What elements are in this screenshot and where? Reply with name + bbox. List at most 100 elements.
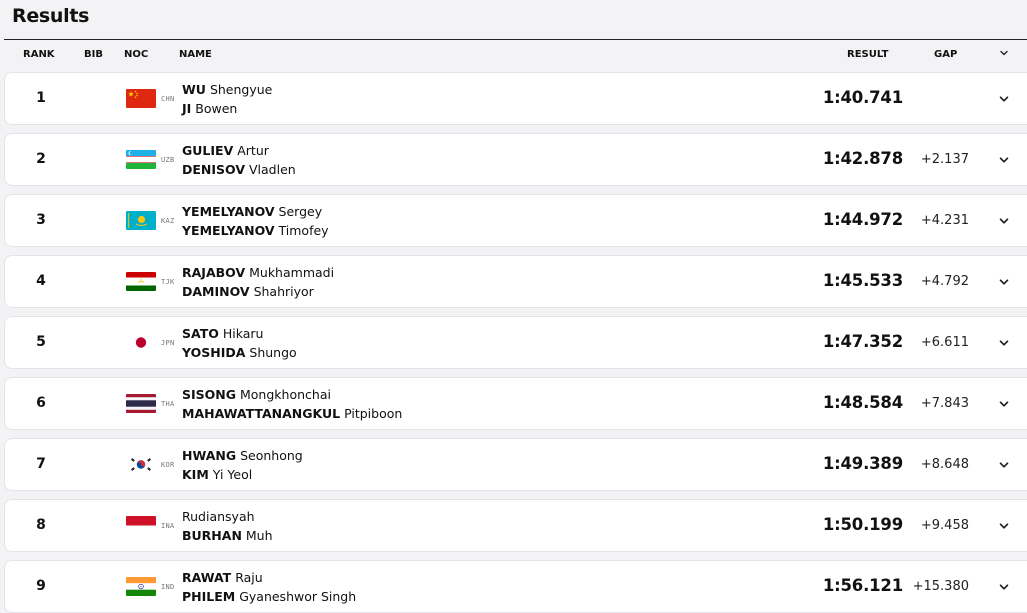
athlete-first-name: Gyaneshwor Singh (239, 589, 357, 604)
athlete-name[interactable]: BURHAN Muh (182, 526, 273, 545)
table-header: RANK BIB NOC NAME RESULT GAP (4, 40, 1027, 71)
rank-value: 5 (36, 334, 46, 350)
chevron-down-icon[interactable] (997, 519, 1011, 533)
column-header-bib[interactable]: BIB (84, 49, 103, 60)
kazakhstan-flag (126, 211, 156, 230)
athlete-name[interactable]: Rudiansyah (182, 507, 273, 526)
athlete-name[interactable]: SISONG Mongkhonchai (182, 385, 402, 404)
athlete-first-name: Artur (237, 143, 269, 158)
noc-code: CHN (161, 95, 175, 103)
result-row[interactable]: 6 THA SISONG Mongkhonchai MAHAWATTANANGKUL … (4, 377, 1027, 430)
result-row[interactable]: 4 TJK RAJABOV Mukhammadi DAMINOV Shahriyor 1… (4, 255, 1027, 308)
athlete-name[interactable]: DENISOV Vladlen (182, 160, 296, 179)
noc-code: JPN (161, 339, 175, 347)
athlete-last-name: YOSHIDA (182, 345, 246, 360)
athlete-first-name: Raju (235, 570, 263, 585)
japan-flag (126, 333, 156, 352)
rank-value: 3 (36, 212, 46, 228)
chevron-down-icon[interactable] (997, 153, 1011, 167)
rank-value: 4 (36, 273, 46, 289)
result-row[interactable]: 7 KOR HWANG Seonhong KIM Yi Yeol 1:49.389 +8.… (4, 438, 1027, 491)
result-time: 1:44.972 (822, 210, 903, 229)
athlete-last-name: JI (182, 101, 192, 116)
athlete-names: YEMELYANOV Sergey YEMELYANOV Timofey (182, 202, 329, 240)
noc-code: THA (161, 400, 175, 408)
result-time: 1:49.389 (822, 454, 903, 473)
chevron-down-icon[interactable] (997, 275, 1011, 289)
rank-value: 6 (36, 395, 46, 411)
chevron-down-icon[interactable] (997, 336, 1011, 350)
athlete-first-name: Mukhammadi (249, 265, 335, 280)
result-row[interactable]: 2 UZB GULIEV Artur DENISOV Vladlen 1:42.878 +… (4, 133, 1027, 186)
rank-value: 7 (36, 456, 46, 472)
athlete-first-name: Sergey (278, 204, 323, 219)
athlete-name[interactable]: WU Shengyue (182, 80, 272, 99)
athlete-name[interactable]: GULIEV Artur (182, 141, 296, 160)
athlete-name[interactable]: KIM Yi Yeol (182, 465, 303, 484)
noc-code: KOR (161, 461, 175, 469)
results-list: 1 CHN WU Shengyue JI Bowen 1:40.741 2 UZB GULIE… (4, 72, 1027, 613)
rank-value: 9 (36, 578, 46, 594)
athlete-first-name: Rudiansyah (182, 509, 255, 524)
result-row[interactable]: 1 CHN WU Shengyue JI Bowen 1:40.741 (4, 72, 1027, 125)
athlete-first-name: Bowen (195, 101, 238, 116)
athlete-name[interactable]: MAHAWATTANANGKUL Pitpiboon (182, 404, 402, 423)
athlete-names: SATO Hikaru YOSHIDA Shungo (182, 324, 297, 362)
chevron-down-icon[interactable] (997, 92, 1011, 106)
noc-code: KAZ (161, 217, 175, 225)
athlete-names: RAWAT Raju PHILEM Gyaneshwor Singh (182, 568, 356, 606)
column-header-noc[interactable]: NOC (124, 49, 148, 60)
athlete-name[interactable]: RAWAT Raju (182, 568, 356, 587)
chevron-down-icon[interactable] (997, 580, 1011, 594)
result-row[interactable]: 5 JPN SATO Hikaru YOSHIDA Shungo 1:47.352 +6.… (4, 316, 1027, 369)
athlete-names: HWANG Seonhong KIM Yi Yeol (182, 446, 303, 484)
athlete-first-name: Shengyue (209, 82, 273, 97)
result-row[interactable]: 9 IND RAWAT Raju PHILEM Gyaneshwor Singh 1:5… (4, 560, 1027, 613)
column-header-gap[interactable]: GAP (934, 49, 957, 60)
athlete-name[interactable]: DAMINOV Shahriyor (182, 282, 334, 301)
athlete-first-name: Mongkhonchai (240, 387, 331, 402)
column-header-name[interactable]: NAME (179, 49, 212, 60)
athlete-names: Rudiansyah BURHAN Muh (182, 507, 273, 545)
athlete-last-name: PHILEM (182, 589, 236, 604)
chevron-down-icon[interactable] (997, 214, 1011, 228)
athlete-first-name: Vladlen (248, 162, 296, 177)
athlete-names: SISONG Mongkhonchai MAHAWATTANANGKUL Pitp… (182, 385, 402, 423)
athlete-name[interactable]: HWANG Seonhong (182, 446, 303, 465)
athlete-last-name: DAMINOV (182, 284, 250, 299)
noc-code: IND (161, 583, 175, 591)
athlete-name[interactable]: PHILEM Gyaneshwor Singh (182, 587, 356, 606)
athlete-first-name: Yi Yeol (212, 467, 253, 482)
athlete-last-name: SISONG (182, 387, 237, 402)
result-row[interactable]: 3 KAZ YEMELYANOV Sergey YEMELYANOV Timofey 1… (4, 194, 1027, 247)
chevron-down-icon[interactable] (998, 47, 1010, 62)
athlete-names: GULIEV Artur DENISOV Vladlen (182, 141, 296, 179)
chevron-down-icon[interactable] (997, 458, 1011, 472)
noc-code: UZB (161, 156, 175, 164)
result-time: 1:50.199 (822, 515, 903, 534)
result-row[interactable]: 8 INA Rudiansyah BURHAN Muh 1:50.199 +9.458 (4, 499, 1027, 552)
noc-code: TJK (161, 278, 175, 286)
result-time: 1:45.533 (822, 271, 903, 290)
tajikistan-flag (126, 272, 156, 291)
athlete-name[interactable]: JI Bowen (182, 99, 272, 118)
athlete-name[interactable]: RAJABOV Mukhammadi (182, 263, 334, 282)
chevron-down-icon[interactable] (997, 397, 1011, 411)
athlete-last-name: DENISOV (182, 162, 245, 177)
athlete-last-name: HWANG (182, 448, 237, 463)
athlete-name[interactable]: SATO Hikaru (182, 324, 297, 343)
athlete-names: RAJABOV Mukhammadi DAMINOV Shahriyor (182, 263, 334, 301)
result-time: 1:40.741 (822, 88, 903, 107)
rank-value: 1 (36, 90, 46, 106)
athlete-name[interactable]: YEMELYANOV Timofey (182, 221, 329, 240)
india-flag (126, 577, 156, 596)
result-time: 1:47.352 (822, 332, 903, 351)
noc-code: INA (161, 522, 175, 530)
athlete-last-name: RAWAT (182, 570, 232, 585)
athlete-first-name: Timofey (278, 223, 329, 238)
column-header-result[interactable]: RESULT (847, 49, 888, 60)
athlete-name[interactable]: YEMELYANOV Sergey (182, 202, 329, 221)
athlete-name[interactable]: YOSHIDA Shungo (182, 343, 297, 362)
thailand-flag (126, 394, 156, 413)
column-header-rank[interactable]: RANK (23, 49, 55, 60)
